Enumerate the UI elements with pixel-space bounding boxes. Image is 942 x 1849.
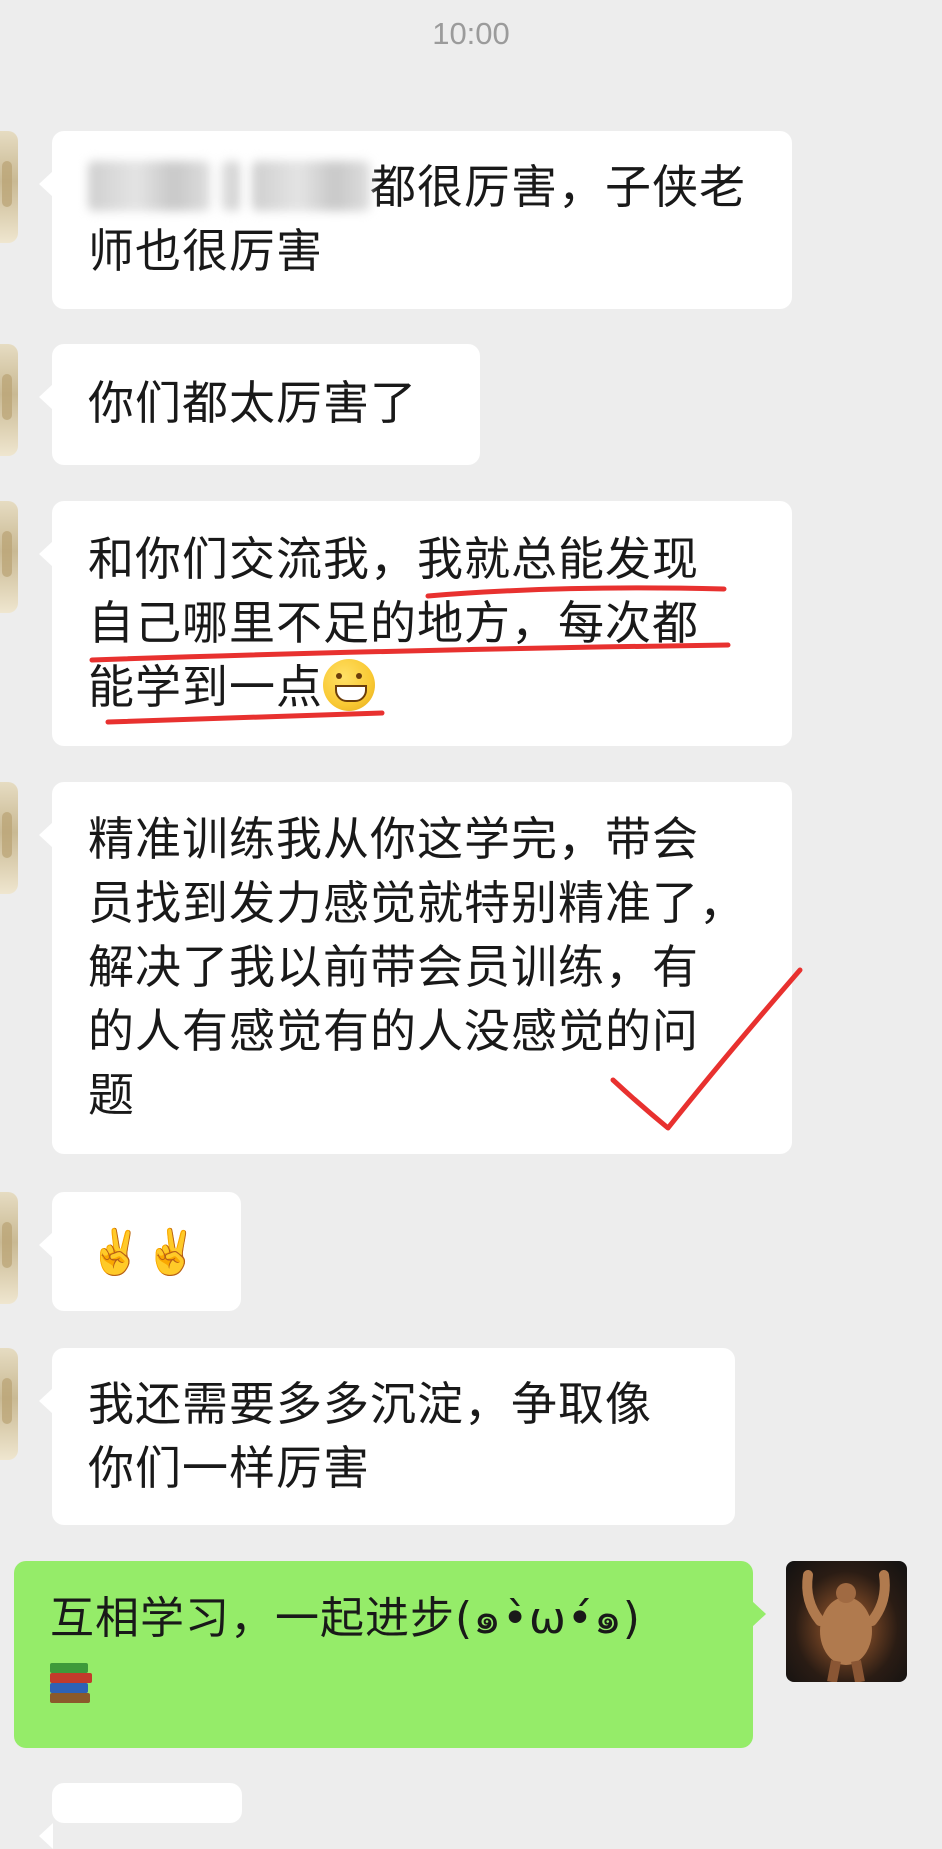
my-avatar[interactable] — [786, 1561, 907, 1682]
message-line: 都很厉害，子侠老 — [88, 155, 756, 219]
message-text: 能学到一点 — [88, 660, 323, 714]
message-line: 能学到一点 — [88, 655, 756, 719]
contact-avatar[interactable] — [0, 1192, 18, 1304]
books-icon — [50, 1663, 92, 1703]
redacted-text — [88, 161, 210, 211]
contact-avatar[interactable] — [0, 131, 18, 243]
contact-avatar[interactable] — [0, 782, 18, 894]
grinning-face-icon — [323, 659, 375, 711]
message-line: 我还需要多多沉淀，争取像 — [88, 1377, 652, 1431]
contact-avatar[interactable] — [0, 1348, 18, 1460]
message-line: 互相学习，一起进步(๑•̀ω•́๑) — [50, 1593, 641, 1644]
message-line: 员找到发力感觉就特别精准了， — [88, 876, 746, 930]
contact-avatar[interactable] — [0, 344, 18, 456]
message-bubble-1[interactable]: 都很厉害，子侠老 师也很厉害 — [39, 131, 792, 309]
timestamp: 10:00 — [432, 16, 510, 51]
message-bubble-2[interactable]: 你们都太厉害了 — [39, 344, 480, 465]
message-line: 解决了我以前带会员训练，有 — [88, 940, 699, 994]
message-line: 精准训练我从你这学完，带会 — [88, 812, 699, 866]
message-line: 和你们交流我，我就总能发现 — [88, 532, 699, 586]
message-bubble-4[interactable]: 精准训练我从你这学完，带会 员找到发力感觉就特别精准了， 解决了我以前带会员训练… — [39, 782, 792, 1154]
message-line: 你们一样厉害 — [88, 1441, 370, 1495]
contact-avatar[interactable] — [0, 501, 18, 613]
redacted-text — [252, 161, 370, 211]
message-line: 的人有感觉有的人没感觉的问 — [88, 1004, 699, 1058]
message-text: 都很厉害，子侠老 — [370, 160, 746, 214]
message-line: 自己哪里不足的地方，每次都 — [88, 596, 699, 650]
message-bubble-partial[interactable] — [39, 1783, 242, 1849]
victory-hand-icon: ✌️✌️ — [88, 1227, 200, 1278]
message-text: 你们都太厉害了 — [88, 376, 417, 430]
message-bubble-6[interactable]: 我还需要多多沉淀，争取像 你们一样厉害 — [39, 1348, 735, 1525]
message-line: 题 — [88, 1068, 135, 1122]
message-bubble-5[interactable]: ✌️✌️ — [39, 1192, 241, 1311]
message-bubble-own[interactable]: 互相学习，一起进步(๑•̀ω•́๑) — [14, 1561, 766, 1748]
message-bubble-3[interactable]: 和你们交流我，我就总能发现 自己哪里不足的地方，每次都 能学到一点 — [39, 501, 792, 746]
bodybuilder-avatar-image — [802, 1570, 890, 1682]
message-line — [50, 1651, 717, 1715]
message-line: 师也很厉害 — [88, 224, 323, 278]
redacted-text — [222, 161, 240, 211]
